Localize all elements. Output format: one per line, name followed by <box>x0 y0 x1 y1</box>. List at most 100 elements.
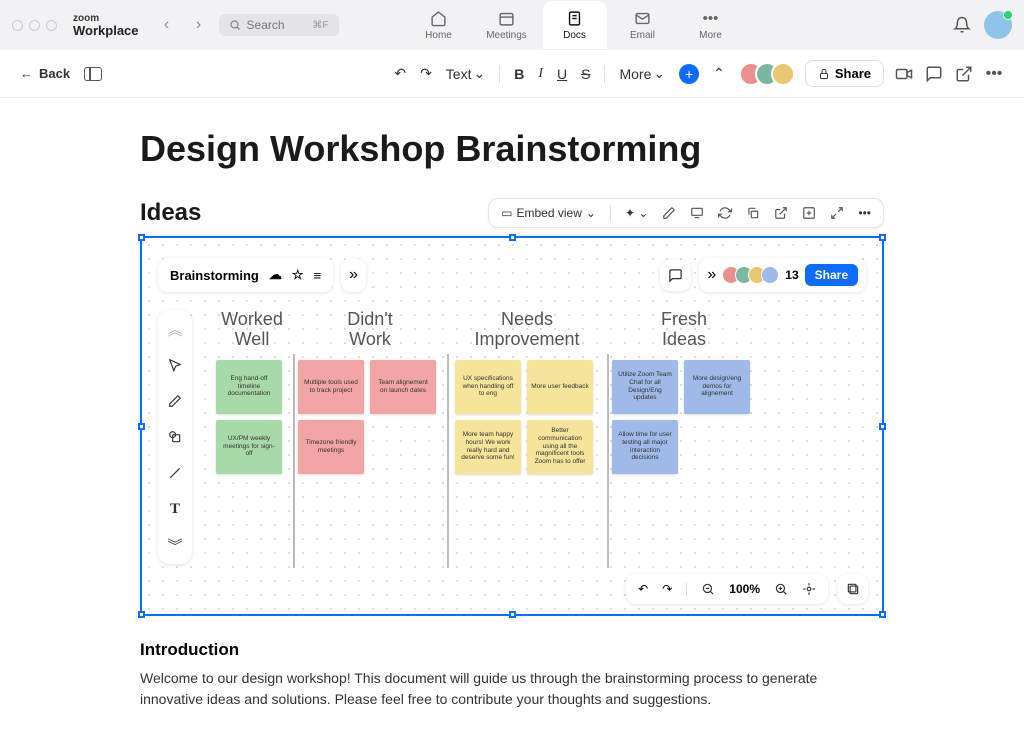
page-title[interactable]: Design Workshop Brainstorming <box>140 128 884 170</box>
strike-button[interactable]: S <box>581 66 590 82</box>
copy-icon[interactable] <box>746 206 760 220</box>
redo-icon[interactable]: ↷ <box>662 582 672 596</box>
share-button[interactable]: Share <box>805 60 884 87</box>
whiteboard-embed[interactable]: Brainstorming ☁ ☆ ≡ » » 13 Share <box>140 236 884 616</box>
expand-icon[interactable] <box>830 206 844 220</box>
sticky-note[interactable]: Utilize Zoom Team Chat for all Design/En… <box>612 360 678 414</box>
video-icon[interactable] <box>894 64 914 84</box>
wb-share-chip: » 13 Share <box>699 258 866 292</box>
refresh-icon[interactable] <box>718 206 732 220</box>
panel-toggle-icon[interactable] <box>84 67 102 81</box>
calendar-icon <box>498 10 516 28</box>
screen-icon[interactable] <box>690 206 704 220</box>
logo-brand: zoom <box>73 14 139 24</box>
insert-button[interactable]: + <box>679 64 699 84</box>
user-avatar[interactable] <box>984 11 1012 39</box>
sticky-note[interactable]: Timezone friendly meetings <box>298 420 364 474</box>
underline-button[interactable]: U <box>557 66 567 82</box>
bell-icon[interactable] <box>952 15 972 35</box>
intro-heading[interactable]: Introduction <box>140 640 884 660</box>
menu-dots-icon[interactable]: ••• <box>984 64 1004 84</box>
embed-view-dropdown[interactable]: ▭ Embed view ⌄ <box>501 206 596 220</box>
embed-toolbar: ▭ Embed view ⌄ ✦ ⌄ ••• <box>488 198 884 228</box>
sticky-note[interactable]: UX specifications when handling off to e… <box>455 360 521 414</box>
sticky-note[interactable]: Eng hand-off timeline documentation <box>216 360 282 414</box>
window-controls[interactable] <box>12 20 57 31</box>
sticky-note[interactable]: More team happy hours! We work really ha… <box>455 420 521 474</box>
sticky-note[interactable]: Team alignement on launch dates <box>370 360 436 414</box>
intro-body[interactable]: Welcome to our design workshop! This doc… <box>140 668 884 710</box>
main-nav: Home Meetings Docs Email •••More <box>407 1 743 49</box>
sticky-note[interactable]: Better communication using all the magni… <box>527 420 593 474</box>
wb-zoom-controls: ↶ ↷ 100% <box>626 574 828 604</box>
zoom-level[interactable]: 100% <box>729 582 760 596</box>
sticky-note[interactable]: Allow time for user testing all major in… <box>612 420 678 474</box>
chevron-expand-icon[interactable]: » <box>707 266 716 284</box>
sticky-note[interactable]: Multiple tools used to track project <box>298 360 364 414</box>
text-tool-icon[interactable]: T <box>166 500 184 518</box>
embed-more-icon[interactable]: ••• <box>858 206 871 220</box>
collapse-icon[interactable]: ⌃ <box>713 65 725 82</box>
sticky-note[interactable]: More design/eng demos for alignement <box>684 360 750 414</box>
external-link-icon[interactable] <box>954 64 974 84</box>
search-placeholder: Search <box>247 18 285 32</box>
nav-docs[interactable]: Docs <box>543 1 607 49</box>
bold-button[interactable]: B <box>514 66 524 82</box>
edit-icon[interactable] <box>662 206 676 220</box>
section-ideas-title[interactable]: Ideas <box>140 199 201 227</box>
sticky-note[interactable]: More user feedback <box>527 360 593 414</box>
nav-meetings[interactable]: Meetings <box>475 1 539 49</box>
collaborators-stack[interactable] <box>739 62 795 86</box>
add-block-icon[interactable] <box>802 206 816 220</box>
cloud-icon: ☁ <box>269 267 282 283</box>
undo-icon[interactable]: ↶ <box>394 65 406 82</box>
nav-more[interactable]: •••More <box>679 1 743 49</box>
locate-icon[interactable] <box>802 582 816 596</box>
star-icon[interactable]: ☆ <box>292 267 304 283</box>
viewer-count: 13 <box>785 268 798 282</box>
collapse-panel-icon[interactable]: » <box>341 258 366 292</box>
undo-icon[interactable]: ↶ <box>638 582 648 596</box>
wb-collaborators[interactable] <box>722 266 779 284</box>
column-worked-well: Worked Well Eng hand-off timeline docume… <box>216 310 288 564</box>
shape-tool-icon[interactable] <box>166 428 184 446</box>
search-input[interactable]: Search ⌘F <box>219 14 339 36</box>
zoom-in-icon[interactable] <box>774 582 788 596</box>
wb-minimap-icon[interactable] <box>838 574 868 604</box>
nav-home[interactable]: Home <box>407 1 471 49</box>
chevron-down-icon: ⌄ <box>473 65 485 82</box>
more-format-dropdown[interactable]: More ⌄ <box>619 65 665 82</box>
doc-icon <box>566 10 584 28</box>
hamburger-icon[interactable]: ≡ <box>314 268 322 283</box>
popout-icon[interactable] <box>774 206 788 220</box>
search-shortcut: ⌘F <box>312 20 328 31</box>
text-style-dropdown[interactable]: Text ⌄ <box>446 65 485 82</box>
column-needs-improvement: Needs Improvement UX specifications when… <box>452 310 602 564</box>
pointer-tool-icon[interactable] <box>166 356 184 374</box>
zoom-out-icon[interactable] <box>701 582 715 596</box>
line-tool-icon[interactable] <box>166 464 184 482</box>
pen-tool-icon[interactable] <box>166 392 184 410</box>
nav-back-icon[interactable]: ‹ <box>155 13 179 37</box>
comment-icon[interactable] <box>924 64 944 84</box>
italic-button[interactable]: I <box>538 66 543 82</box>
app-topbar: zoom Workplace ‹ › Search ⌘F Home Meetin… <box>0 0 1024 50</box>
nav-email[interactable]: Email <box>611 1 675 49</box>
sticky-note[interactable]: UX/PM weekly meetings for sign-off <box>216 420 282 474</box>
wb-comment-icon[interactable] <box>660 260 691 291</box>
nav-forward-icon[interactable]: › <box>187 13 211 37</box>
redo-icon[interactable]: ↷ <box>420 65 432 82</box>
chevron-down-icon: ⌄ <box>586 206 596 220</box>
back-button[interactable]: ←Back <box>20 66 70 81</box>
search-icon <box>229 19 241 31</box>
magic-icon[interactable]: ✦ ⌄ <box>625 206 648 220</box>
board-columns: Worked Well Eng hand-off timeline docume… <box>196 310 866 564</box>
whiteboard-tab[interactable]: Brainstorming ☁ ☆ ≡ <box>158 258 333 292</box>
app-logo: zoom Workplace <box>73 14 139 37</box>
chevron-down-icon: ⌄ <box>653 65 665 82</box>
collapse-up-icon[interactable]: ︽ <box>166 320 184 338</box>
logo-product: Workplace <box>73 24 139 37</box>
wb-share-button[interactable]: Share <box>805 264 858 286</box>
expand-down-icon[interactable]: ︾ <box>166 536 184 554</box>
lock-icon <box>818 68 830 80</box>
